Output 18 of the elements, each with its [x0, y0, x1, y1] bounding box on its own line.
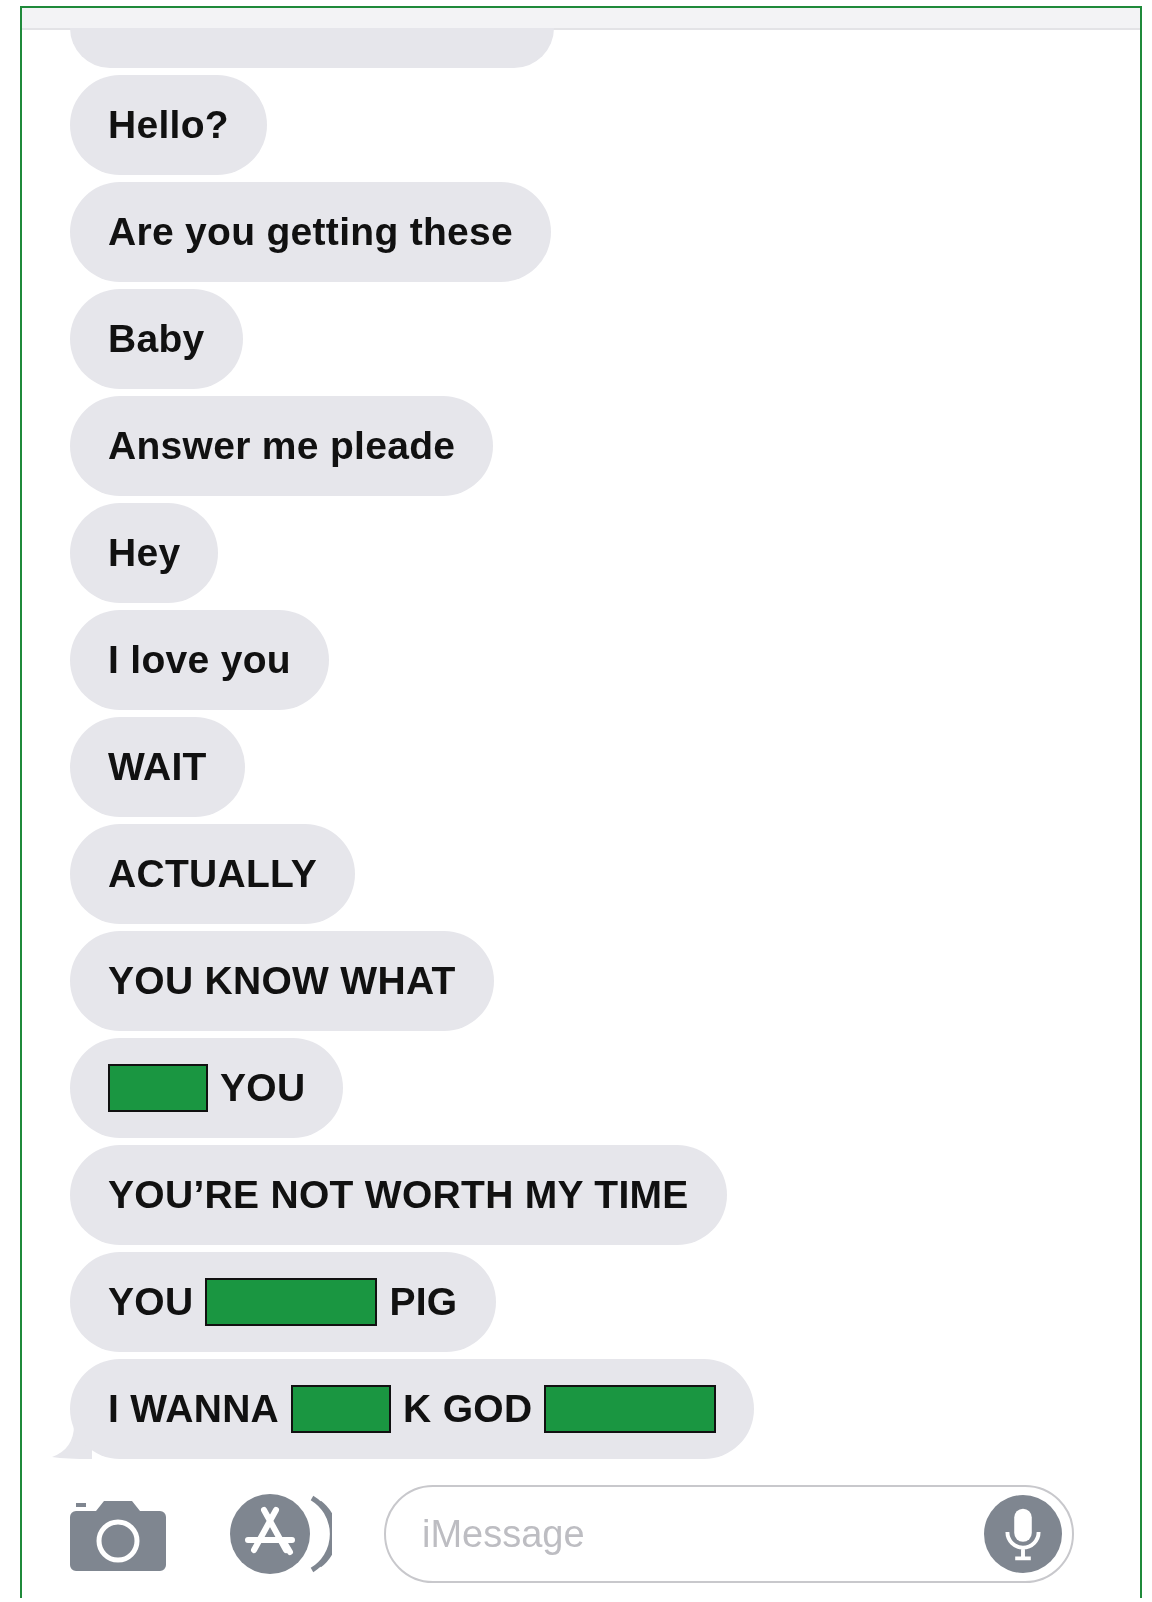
message-text: Are you getting these: [108, 210, 514, 254]
message-text: Hey: [108, 531, 181, 575]
app-store-icon[interactable]: [228, 1492, 332, 1576]
message-text: ACTUALLY: [108, 852, 317, 896]
message-input-field[interactable]: iMessage: [384, 1485, 1074, 1583]
message-text: Hello?: [108, 103, 229, 147]
message-text: YOU: [220, 1066, 306, 1110]
message-text: I love you: [108, 638, 291, 682]
message-text: YOU’RE NOT WORTH MY TIME: [108, 1173, 689, 1217]
message-text: WAIT: [108, 745, 207, 789]
microphone-icon[interactable]: [984, 1495, 1062, 1573]
message-text: Answer me pleade: [108, 424, 456, 468]
message-text: K GOD: [403, 1387, 533, 1431]
message-text: YOU: [108, 1280, 194, 1324]
message-text: I WANNA: [108, 1387, 280, 1431]
message-text: Baby: [108, 317, 205, 361]
message-text: YOU KNOW WHAT: [108, 959, 456, 1003]
message-text: PIG: [389, 1280, 458, 1324]
